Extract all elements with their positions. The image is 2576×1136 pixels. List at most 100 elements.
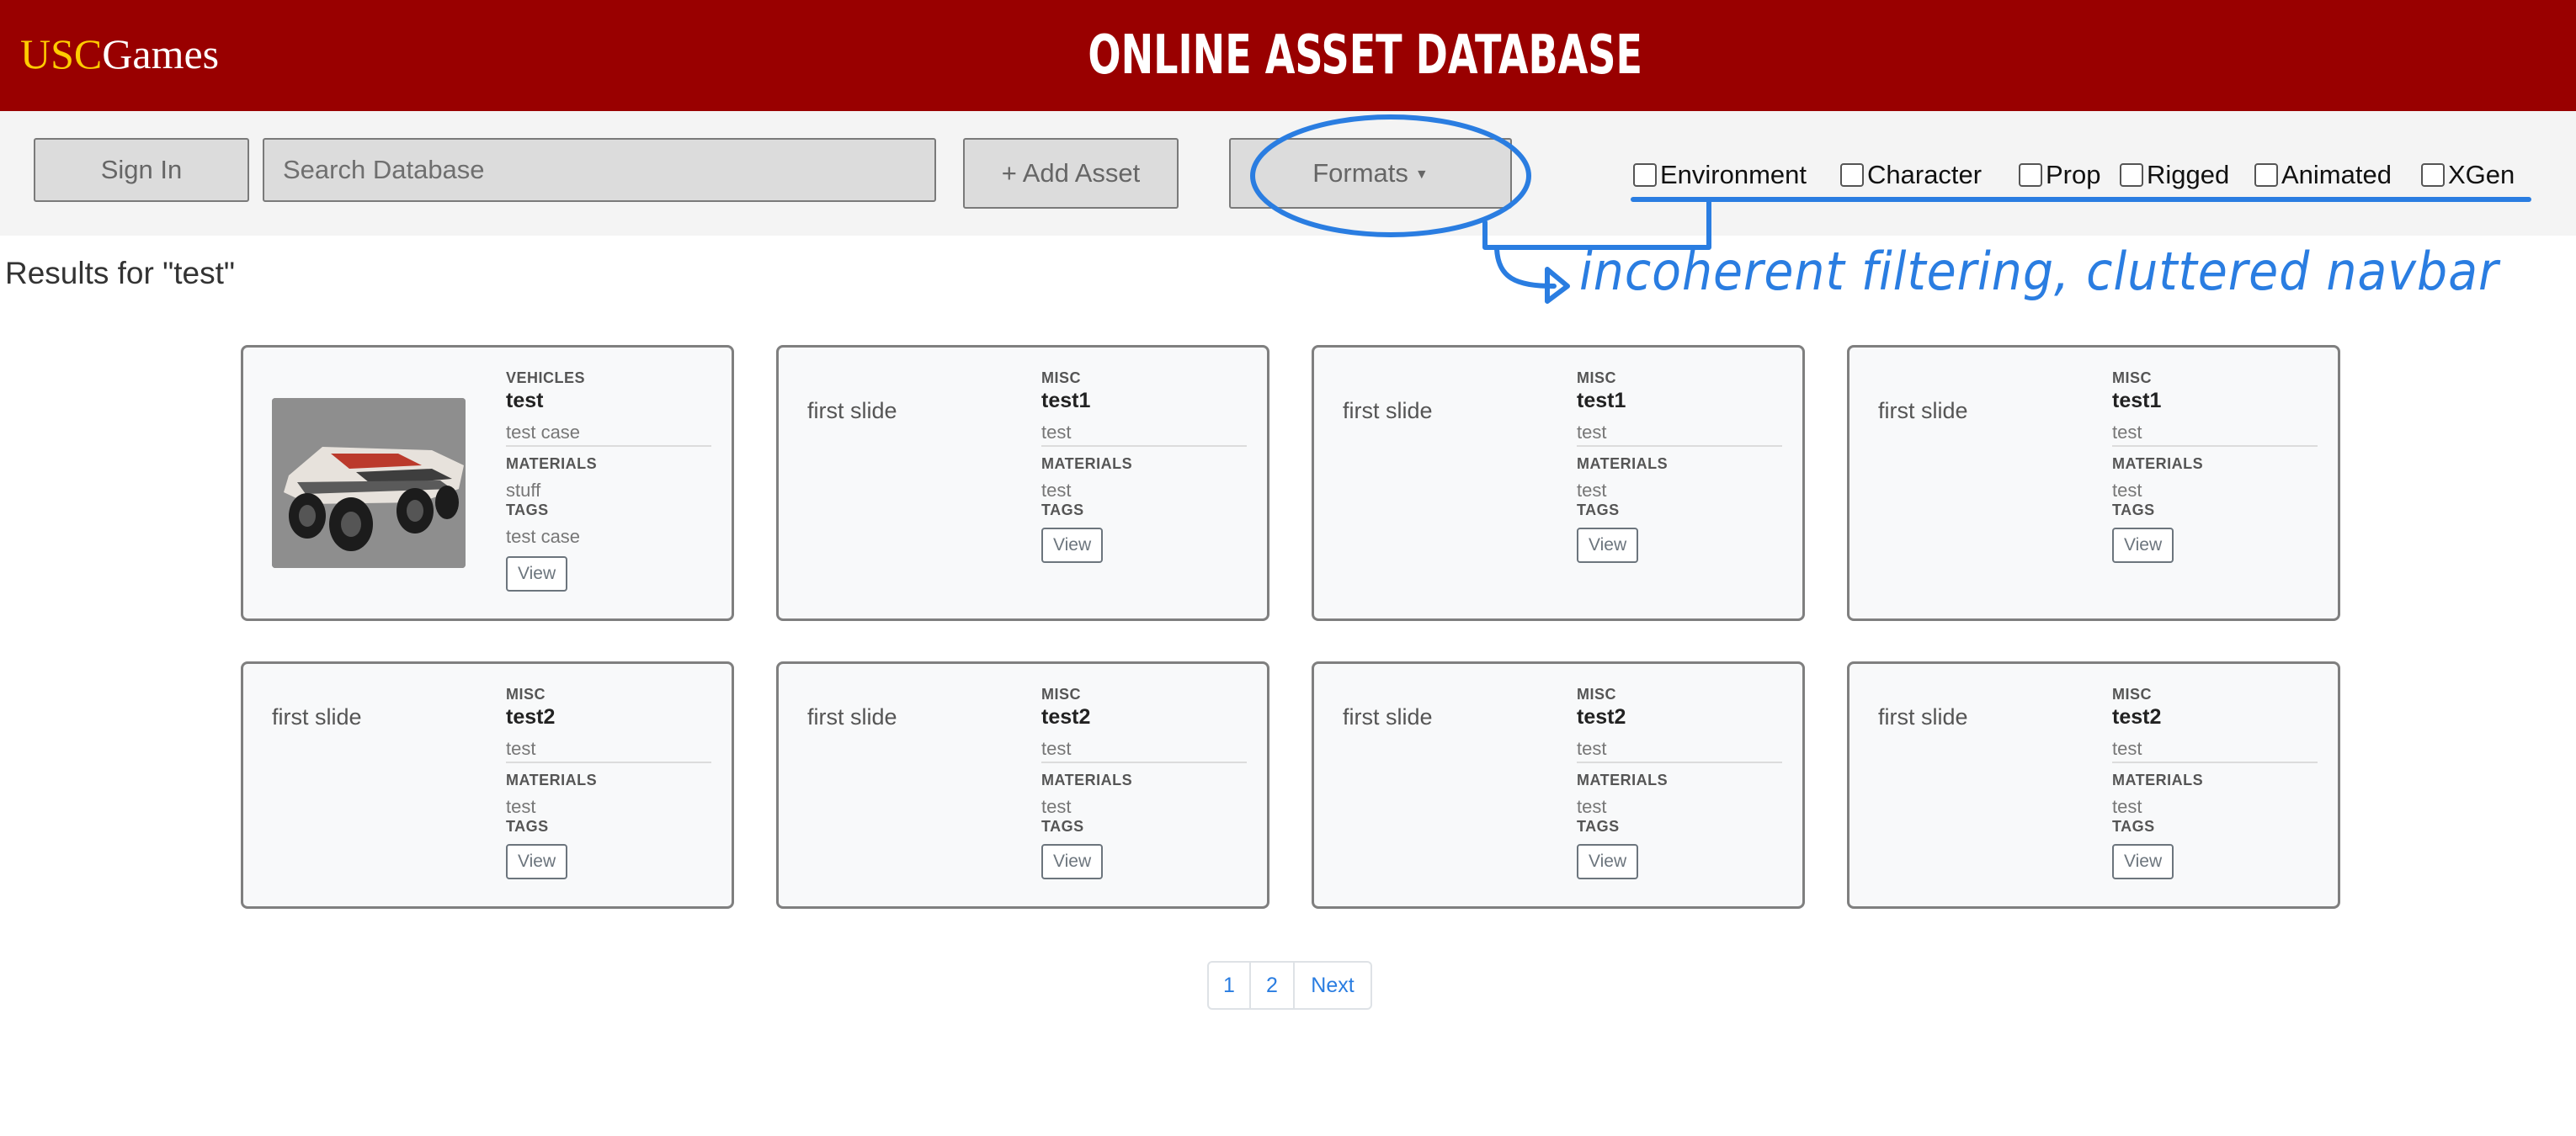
pagination: 1 2 Next — [1207, 961, 1372, 1010]
divider — [2112, 762, 2318, 763]
asset-info: MISC test1 test MATERIALS test TAGS View — [1041, 369, 1247, 563]
asset-info: MISC test2 test MATERIALS test TAGS View — [506, 686, 711, 879]
filter-animated[interactable]: Animated — [2254, 160, 2392, 190]
materials-label: MATERIALS — [2112, 455, 2204, 472]
materials-label: MATERIALS — [506, 455, 598, 472]
checkbox[interactable] — [2019, 163, 2042, 187]
asset-card: first slide MISC test2 test MATERIALS te… — [241, 661, 734, 909]
filter-label: Environment — [1660, 160, 1807, 189]
checkbox[interactable] — [1633, 163, 1657, 187]
site-header: USCGames ONLINE ASSET DATABASE — [0, 0, 2576, 111]
asset-name[interactable]: test2 — [506, 705, 711, 730]
asset-name[interactable]: test2 — [2112, 705, 2318, 730]
tags-label: TAGS — [2112, 502, 2155, 518]
checkbox[interactable] — [1840, 163, 1864, 187]
asset-description: test — [1577, 422, 1607, 443]
page-1-link[interactable]: 1 — [1209, 963, 1251, 1008]
tags-label: TAGS — [1041, 502, 1084, 518]
broken-image-placeholder[interactable]: first slide — [807, 704, 897, 730]
asset-materials: stuff — [506, 480, 541, 501]
filter-label: Rigged — [2147, 160, 2230, 189]
materials-label: MATERIALS — [1041, 455, 1133, 472]
filter-rigged[interactable]: Rigged — [2120, 160, 2229, 190]
asset-name[interactable]: test2 — [1577, 705, 1782, 730]
vehicle-image — [272, 398, 466, 568]
broken-image-placeholder[interactable]: first slide — [1343, 704, 1433, 730]
checkbox[interactable] — [2254, 163, 2278, 187]
checkbox[interactable] — [2421, 163, 2445, 187]
asset-name[interactable]: test1 — [1577, 389, 1782, 413]
filter-label: XGen — [2448, 160, 2515, 189]
asset-description: test — [506, 738, 536, 759]
asset-category: MISC — [1041, 369, 1081, 386]
view-button[interactable]: View — [2112, 844, 2174, 879]
asset-name[interactable]: test1 — [2112, 389, 2318, 413]
asset-materials: test — [1577, 480, 1607, 501]
asset-category: VEHICLES — [506, 369, 586, 386]
tags-label: TAGS — [1577, 502, 1620, 518]
filter-prop[interactable]: Prop — [2019, 160, 2100, 190]
asset-description: test — [1041, 422, 1072, 443]
broken-image-placeholder[interactable]: first slide — [272, 704, 362, 730]
materials-label: MATERIALS — [1577, 772, 1669, 788]
broken-image-placeholder[interactable]: first slide — [1343, 398, 1433, 424]
annotation-arrow-head — [1545, 267, 1570, 304]
asset-category: MISC — [1041, 686, 1081, 703]
asset-category: MISC — [1577, 369, 1616, 386]
next-page-link[interactable]: Next — [1295, 963, 1370, 1008]
tags-label: TAGS — [2112, 818, 2155, 835]
asset-thumbnail[interactable] — [272, 398, 466, 568]
asset-name[interactable]: test2 — [1041, 705, 1247, 730]
tags-label: TAGS — [1041, 818, 1084, 835]
checkbox[interactable] — [2120, 163, 2143, 187]
asset-description: test — [1041, 738, 1072, 759]
page-2-link[interactable]: 2 — [1251, 963, 1295, 1008]
asset-card: first slide MISC test2 test MATERIALS te… — [1847, 661, 2340, 909]
divider — [506, 762, 711, 763]
view-button[interactable]: View — [506, 556, 568, 592]
view-button[interactable]: View — [1577, 844, 1639, 879]
asset-materials: test — [1577, 796, 1607, 817]
asset-card: first slide MISC test1 test MATERIALS te… — [1312, 345, 1805, 621]
formats-label: Formats — [1312, 158, 1408, 188]
usc-games-logo[interactable]: USCGames — [20, 29, 219, 79]
filter-environment[interactable]: Environment — [1633, 160, 1807, 190]
materials-label: MATERIALS — [1041, 772, 1133, 788]
broken-image-placeholder[interactable]: first slide — [807, 398, 897, 424]
asset-card: first slide MISC test1 test MATERIALS te… — [1847, 345, 2340, 621]
sign-in-button[interactable]: Sign In — [34, 138, 249, 202]
divider — [1577, 445, 1782, 447]
filter-character[interactable]: Character — [1840, 160, 1982, 190]
tags-label: TAGS — [506, 502, 549, 518]
asset-info: MISC test2 test MATERIALS test TAGS View — [1577, 686, 1782, 879]
search-input[interactable] — [263, 138, 936, 202]
asset-name[interactable]: test1 — [1041, 389, 1247, 413]
tags-label: TAGS — [1577, 818, 1620, 835]
add-asset-button[interactable]: + Add Asset — [963, 138, 1179, 209]
view-button[interactable]: View — [1041, 844, 1104, 879]
view-button[interactable]: View — [1041, 528, 1104, 563]
view-button[interactable]: View — [506, 844, 568, 879]
materials-label: MATERIALS — [2112, 772, 2204, 788]
asset-materials: test — [506, 796, 536, 817]
materials-label: MATERIALS — [506, 772, 598, 788]
filter-xgen[interactable]: XGen — [2421, 160, 2515, 190]
asset-category: MISC — [2112, 369, 2152, 386]
asset-category: MISC — [506, 686, 546, 703]
asset-info: MISC test2 test MATERIALS test TAGS View — [2112, 686, 2318, 879]
asset-card: VEHICLES test test case MATERIALS stuff … — [241, 345, 734, 621]
view-button[interactable]: View — [2112, 528, 2174, 563]
asset-materials: test — [1041, 796, 1072, 817]
tags-label: TAGS — [506, 818, 549, 835]
asset-card: first slide MISC test2 test MATERIALS te… — [1312, 661, 1805, 909]
view-button[interactable]: View — [1577, 528, 1639, 563]
asset-category: MISC — [2112, 686, 2152, 703]
formats-dropdown[interactable]: Formats ▼ — [1229, 138, 1512, 209]
asset-card: first slide MISC test2 test MATERIALS te… — [776, 661, 1269, 909]
asset-info: VEHICLES test test case MATERIALS stuff … — [506, 369, 711, 592]
asset-description: test — [1577, 738, 1607, 759]
asset-name[interactable]: test — [506, 389, 711, 413]
broken-image-placeholder[interactable]: first slide — [1878, 704, 1968, 730]
broken-image-placeholder[interactable]: first slide — [1878, 398, 1968, 424]
filter-label: Character — [1867, 160, 1983, 189]
